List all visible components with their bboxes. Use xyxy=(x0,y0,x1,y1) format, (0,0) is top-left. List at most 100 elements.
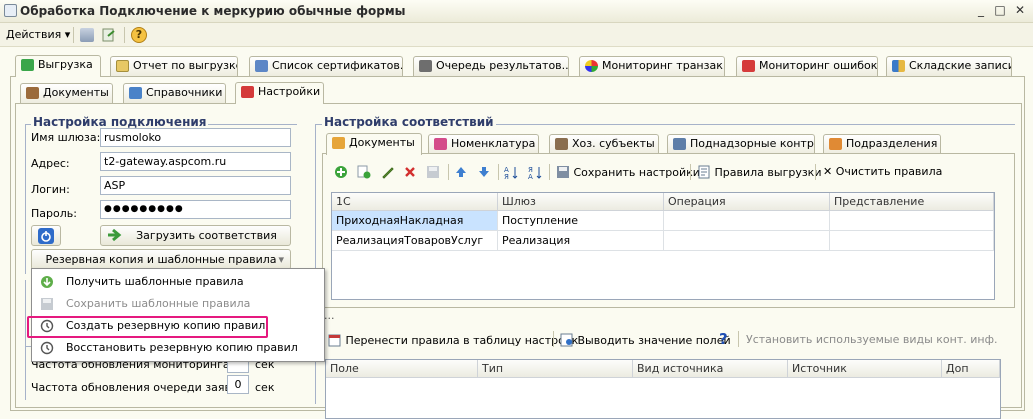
tab-transaction-monitor[interactable]: Мониторинг транзак... xyxy=(579,56,725,76)
menu-item-restore-backup[interactable]: Восстановить резервную копию правил xyxy=(32,337,324,359)
table-cell[interactable] xyxy=(830,231,994,251)
column-header[interactable]: Операция xyxy=(664,193,830,211)
tab-result-queue[interactable]: Очередь результатов... xyxy=(413,56,569,76)
gateway-label: Имя шлюза: xyxy=(31,131,101,144)
table-cell[interactable]: Реализация xyxy=(498,231,664,251)
export-rules-label: Правила выгрузки xyxy=(714,166,822,179)
mapping-tab-entities[interactable]: Хоз. субъекты xyxy=(549,134,659,154)
column-header[interactable]: Поле xyxy=(326,360,478,378)
tab-export-report[interactable]: Отчет по выгрузке xyxy=(110,56,238,76)
tab-label: Мониторинг транзак... xyxy=(602,59,725,72)
tab-export[interactable]: Выгрузка xyxy=(15,55,101,77)
list-icon xyxy=(255,60,268,72)
separator xyxy=(549,164,550,180)
help-question-icon[interactable]: ? xyxy=(719,330,728,348)
show-fields-button[interactable]: Выводить значение полей xyxy=(560,333,731,347)
help-icon[interactable]: ? xyxy=(131,27,147,43)
move-up-icon[interactable] xyxy=(454,165,468,179)
backup-dropdown-button[interactable]: Резервная копия и шаблонные правила ▾ xyxy=(31,249,291,270)
divider xyxy=(315,124,316,404)
tab-label: Очередь результатов... xyxy=(436,59,569,72)
sort-asc-icon[interactable]: AЯ xyxy=(504,165,518,181)
tab-error-monitor[interactable]: Мониторинг ошибок xyxy=(736,56,878,76)
column-header[interactable]: Шлюз xyxy=(498,193,664,211)
fields-table[interactable]: Поле Тип Вид источника Источник Доп xyxy=(325,359,1001,419)
separator xyxy=(73,27,74,43)
queue-frequency-label: Частота обновления очереди заявок: xyxy=(31,381,249,394)
login-label: Логин: xyxy=(31,183,70,196)
tab-warehouse-records[interactable]: Складские записи xyxy=(886,56,1012,76)
table-cell[interactable]: РеализацияТоваровУслуг xyxy=(332,231,498,251)
table-cell[interactable] xyxy=(664,231,830,251)
house-icon xyxy=(829,138,842,150)
column-header[interactable]: 1С xyxy=(332,193,498,211)
sort-desc-icon[interactable]: ЯA xyxy=(528,165,542,181)
copy-row-icon[interactable] xyxy=(357,165,371,179)
table-cell[interactable] xyxy=(830,211,994,231)
gateway-input[interactable]: rusmoloko xyxy=(100,128,291,147)
delete-icon[interactable] xyxy=(403,165,417,179)
load-mappings-button[interactable]: Загрузить соответствия xyxy=(100,225,291,246)
tab-label: Документы xyxy=(43,86,109,99)
subtab-catalogs[interactable]: Справочники xyxy=(123,83,226,103)
chart-icon xyxy=(585,60,598,72)
tab-label: Номенклатура xyxy=(451,137,536,150)
add-icon[interactable] xyxy=(334,165,348,179)
column-header[interactable]: Представление xyxy=(830,193,994,211)
table-cell[interactable]: Поступление xyxy=(498,211,664,231)
column-header[interactable]: Доп xyxy=(942,360,1000,378)
subtab-settings[interactable]: Настройки xyxy=(235,82,324,104)
arrow-right-icon xyxy=(107,228,123,248)
menu-item-save-template-rules: Сохранить шаблонные правила xyxy=(32,293,324,315)
export-rules-button[interactable]: Правила выгрузки xyxy=(697,165,821,179)
queue-frequency-input[interactable]: 0 xyxy=(227,375,249,394)
address-input[interactable]: t2-gateway.aspcom.ru xyxy=(100,152,291,171)
clear-rules-label: Очистить правила xyxy=(835,165,943,178)
divider xyxy=(25,124,26,274)
connection-group-title: Настройка подключения xyxy=(31,115,209,129)
close-button[interactable]: ✕ xyxy=(1013,4,1027,18)
actions-menu[interactable]: Действия ▾ xyxy=(6,28,70,41)
power-button[interactable] xyxy=(31,225,61,246)
copy-icon[interactable] xyxy=(80,28,94,42)
save-settings-label: Сохранить настройки xyxy=(573,166,700,179)
save-settings-button[interactable]: Сохранить настройки xyxy=(556,165,700,179)
move-down-icon[interactable] xyxy=(477,165,491,179)
briefcase-icon xyxy=(26,87,39,99)
menu-item-create-backup[interactable]: Создать резервную копию правил xyxy=(32,315,324,337)
mapping-tab-nomenclature[interactable]: Номенклатура xyxy=(428,134,539,154)
table-cell[interactable] xyxy=(664,211,830,231)
edit-icon[interactable] xyxy=(381,165,395,179)
mapping-tab-documents[interactable]: Документы xyxy=(326,133,422,155)
table-cell[interactable]: ПриходнаяНакладная xyxy=(332,211,498,231)
column-header[interactable]: Источник xyxy=(788,360,942,378)
error-icon xyxy=(742,60,755,72)
splitter-ellipsis[interactable]: ... xyxy=(324,309,335,322)
column-header[interactable]: Вид источника xyxy=(633,360,788,378)
move-rules-button[interactable]: Перенести правила в таблицу настроек xyxy=(328,333,578,347)
clear-rules-button[interactable]: ✕ Очистить правила xyxy=(823,165,942,178)
menu-item-get-template-rules[interactable]: Получить шаблонные правила xyxy=(32,271,324,293)
documents-icon xyxy=(332,137,345,149)
tab-label: Список сертификатов... xyxy=(272,59,403,72)
queue-icon xyxy=(419,60,432,72)
tab-label: Складские записи xyxy=(909,59,1012,72)
backup-dropdown-label: Резервная копия и шаблонные правила xyxy=(45,253,277,266)
mapping-tab-departments[interactable]: Подразделения xyxy=(823,134,941,154)
export-icon[interactable] xyxy=(102,28,116,42)
mapping-table[interactable]: 1С Шлюз Операция Представление Приходная… xyxy=(331,192,995,300)
separator xyxy=(124,27,125,43)
mapping-tab-supervised[interactable]: Поднадзорные контр. xyxy=(667,134,815,154)
tab-certificates[interactable]: Список сертификатов... xyxy=(249,56,403,76)
close-icon: ✕ xyxy=(823,165,833,178)
svg-text:A: A xyxy=(528,173,533,181)
subtab-documents[interactable]: Документы xyxy=(20,83,113,103)
maximize-button[interactable]: □ xyxy=(993,4,1007,18)
column-header[interactable]: Тип xyxy=(478,360,633,378)
minimize-button[interactable]: _ xyxy=(974,4,988,18)
separator xyxy=(448,164,449,180)
tab-label: Справочники xyxy=(146,86,223,99)
menu-item-label: Создать резервную копию правил xyxy=(66,319,266,332)
login-input[interactable]: ASP xyxy=(100,176,291,195)
password-input[interactable]: ●●●●●●●●● xyxy=(100,200,291,219)
